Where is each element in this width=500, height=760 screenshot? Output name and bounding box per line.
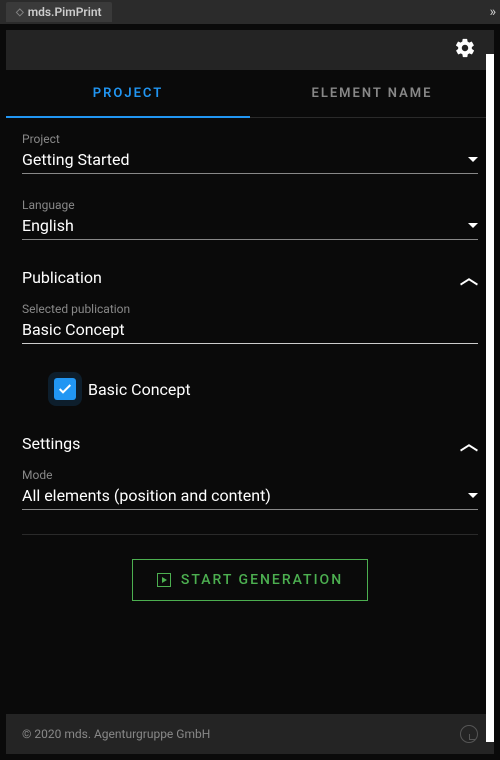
- footer: © 2020 mds. Agenturgruppe GmbH: [6, 714, 494, 754]
- caret-down-icon: [468, 223, 478, 228]
- field-label-mode: Mode: [22, 468, 478, 482]
- section-title: Publication: [22, 268, 102, 287]
- publication-list-item[interactable]: Basic Concept: [22, 368, 478, 410]
- publication-item-label: Basic Concept: [88, 380, 191, 399]
- publication-section-header[interactable]: Publication ︿: [22, 264, 478, 290]
- project-field: Project Getting Started: [22, 132, 478, 174]
- language-value: English: [22, 216, 74, 235]
- main-panel: PROJECT ELEMENT NAME Project Getting Sta…: [6, 30, 494, 754]
- field-label-selected-publication: Selected publication: [22, 302, 478, 316]
- mode-value: All elements (position and content): [22, 486, 271, 505]
- settings-section-header[interactable]: Settings ︿: [22, 430, 478, 456]
- start-button-label: START GENERATION: [181, 572, 343, 588]
- selected-publication-value: Basic Concept: [22, 320, 125, 339]
- selected-publication-field: Selected publication Basic Concept: [22, 302, 478, 344]
- mode-select[interactable]: All elements (position and content): [22, 484, 478, 510]
- main-tabs: PROJECT ELEMENT NAME: [6, 70, 494, 118]
- copyright-text: © 2020 mds. Agenturgruppe GmbH: [22, 727, 210, 741]
- field-label-language: Language: [22, 198, 478, 212]
- field-label-project: Project: [22, 132, 478, 146]
- caret-down-icon: [468, 493, 478, 498]
- start-generation-button[interactable]: START GENERATION: [132, 559, 368, 601]
- play-icon: [157, 573, 171, 587]
- language-select[interactable]: English: [22, 214, 478, 240]
- panel-more-icon[interactable]: »: [489, 4, 494, 20]
- section-title: Settings: [22, 434, 80, 453]
- window-title: mds.PimPrint: [28, 5, 102, 19]
- window-tab[interactable]: ◇ mds.PimPrint: [6, 2, 112, 22]
- divider: [22, 534, 478, 535]
- language-field: Language English: [22, 198, 478, 240]
- drag-handle-icon: ◇: [16, 7, 24, 18]
- topbar: [6, 30, 494, 70]
- tab-content: Project Getting Started Language English…: [6, 118, 494, 714]
- gear-icon[interactable]: [454, 37, 476, 63]
- scrollbar[interactable]: [486, 54, 494, 742]
- caret-down-icon: [468, 157, 478, 162]
- mode-field: Mode All elements (position and content): [22, 468, 478, 510]
- window-titlebar: ◇ mds.PimPrint »: [0, 0, 500, 24]
- chevron-up-icon: ︿: [460, 264, 478, 290]
- tab-element-name[interactable]: ELEMENT NAME: [250, 70, 494, 117]
- chevron-up-icon: ︿: [460, 430, 478, 456]
- tab-project[interactable]: PROJECT: [6, 70, 250, 117]
- project-select[interactable]: Getting Started: [22, 148, 478, 174]
- clock-icon[interactable]: [460, 725, 478, 743]
- selected-publication-display: Basic Concept: [22, 318, 478, 344]
- project-value: Getting Started: [22, 150, 130, 169]
- checkbox-checked-icon[interactable]: [54, 378, 76, 400]
